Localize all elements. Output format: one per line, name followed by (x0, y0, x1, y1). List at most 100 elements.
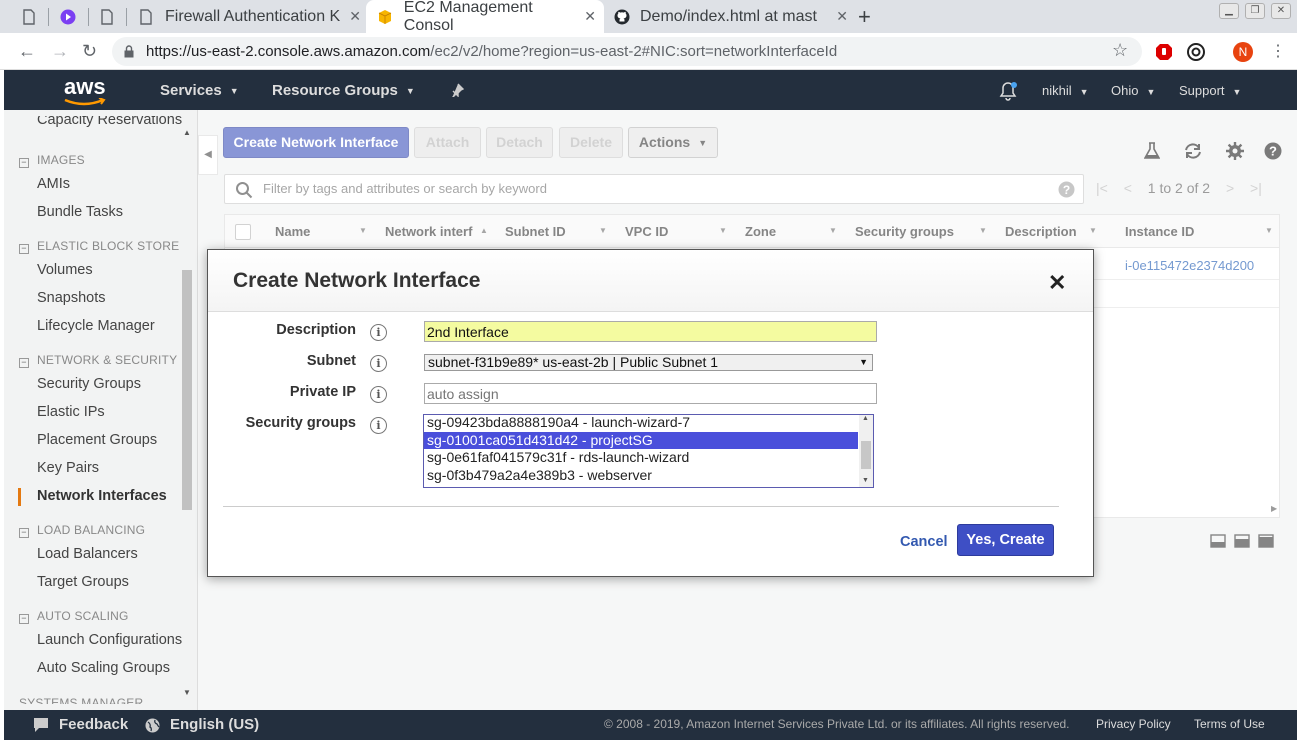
close-tab-icon[interactable]: ✕ (836, 8, 848, 25)
sidebar: Capacity Reservations − IMAGES AMIs Bundl… (4, 110, 198, 710)
scroll-down-icon[interactable]: ▼ (862, 477, 869, 484)
info-icon[interactable]: i (370, 324, 387, 341)
description-label: Description (276, 322, 356, 338)
scrollbar-thumb[interactable] (861, 441, 871, 469)
sidebar-section-ebs[interactable]: − ELASTIC BLOCK STORE (19, 239, 179, 254)
yes-create-button[interactable]: Yes, Create (957, 524, 1054, 556)
sidebar-item-placement-groups[interactable]: Placement Groups (37, 432, 157, 448)
sidebar-item-target-groups[interactable]: Target Groups (37, 574, 129, 590)
maximize-window-icon[interactable]: ❐ (1245, 3, 1265, 19)
chevron-down-icon: ▼ (1146, 86, 1156, 97)
stop-extension-icon[interactable] (1155, 43, 1173, 61)
sidebar-section-auto-scaling[interactable]: − AUTO SCALING (19, 609, 129, 624)
language-selector[interactable]: English (US) (170, 716, 259, 733)
chevron-down-icon: ▼ (405, 86, 415, 97)
support-menu[interactable]: Support ▼ (1179, 83, 1241, 98)
sidebar-item-volumes[interactable]: Volumes (37, 262, 93, 278)
sidebar-item-elastic-ips[interactable]: Elastic IPs (37, 404, 105, 420)
collapse-icon: − (19, 358, 29, 368)
security-group-option[interactable]: sg-0f3b479a2a4e389b3 - webserver (424, 467, 858, 484)
active-marker (18, 488, 21, 506)
security-groups-label: Security groups (245, 415, 356, 431)
privacy-policy-link[interactable]: Privacy Policy (1096, 717, 1171, 731)
scroll-down-icon[interactable]: ▼ (183, 688, 191, 697)
tab-title: EC2 Management Consol (403, 0, 533, 34)
security-groups-listbox[interactable]: sg-09423bda8888190a4 - launch-wizard-7 s… (423, 414, 874, 488)
feedback-link[interactable]: Feedback (59, 716, 128, 733)
info-icon[interactable]: i (370, 355, 387, 372)
aws-logo[interactable]: aws (64, 74, 106, 106)
sidebar-item-bundle-tasks[interactable]: Bundle Tasks (37, 204, 123, 220)
forward-icon[interactable]: → (51, 41, 69, 62)
browser-menu-icon[interactable]: ⋮ (1270, 41, 1286, 61)
scroll-up-icon[interactable]: ▲ (862, 415, 869, 422)
security-group-option[interactable]: sg-0e61faf041579c31f - rds-launch-wizard (424, 449, 858, 466)
subnet-select[interactable]: subnet-f31b9e89* us-east-2b | Public Sub… (424, 354, 873, 371)
sidebar-section-systems-manager[interactable]: SYSTEMS MANAGER (19, 696, 143, 704)
resource-groups-menu[interactable]: Resource Groups ▼ (272, 82, 415, 99)
tab-github[interactable]: Demo/index.html at mast ✕ (614, 0, 848, 33)
tab-doc-1[interactable] (22, 0, 42, 33)
sidebar-item-amis[interactable]: AMIs (37, 176, 70, 192)
sidebar-item-load-balancers[interactable]: Load Balancers (37, 546, 138, 562)
cancel-button[interactable]: Cancel (900, 534, 948, 550)
url-bar[interactable]: https://us-east-2.console.aws.amazon.com… (112, 37, 1142, 66)
collapse-icon: − (19, 158, 29, 168)
close-window-icon[interactable]: ✕ (1271, 3, 1291, 19)
info-icon[interactable]: i (370, 417, 387, 434)
back-icon[interactable]: ← (18, 41, 36, 62)
close-tab-icon[interactable]: ✕ (349, 8, 361, 25)
sidebar-item-security-groups[interactable]: Security Groups (37, 376, 141, 392)
sidebar-item-launch-configurations[interactable]: Launch Configurations (37, 632, 182, 648)
address-bar-row: ← → ↻ https://us-east-2.console.aws.amaz… (0, 33, 1297, 70)
sidebar-section-network-security[interactable]: − NETWORK & SECURITY (19, 353, 177, 368)
security-group-option-selected[interactable]: sg-01001ca051d431d42 - projectSG (424, 432, 858, 449)
sidebar-section-load-balancing[interactable]: − LOAD BALANCING (19, 523, 145, 538)
sidebar-item-capacity-reservations[interactable]: Capacity Reservations (37, 116, 182, 128)
collapse-icon: − (19, 614, 29, 624)
aws-top-nav: aws Services ▼ Resource Groups ▼ nikhil ▼ O… (4, 70, 1297, 110)
tab-title: Firewall Authentication K (165, 7, 341, 25)
tab-doc-2[interactable] (100, 0, 120, 33)
url-text: https://us-east-2.console.aws.amazon.com… (146, 43, 838, 60)
reload-icon[interactable]: ↻ (82, 41, 97, 62)
sidebar-item-lifecycle-manager[interactable]: Lifecycle Manager (37, 318, 155, 334)
aws-smile-icon (64, 98, 106, 106)
info-icon[interactable]: i (370, 386, 387, 403)
private-ip-field[interactable] (424, 383, 877, 404)
tab-firewall[interactable]: Firewall Authentication K ✕ (139, 0, 361, 33)
copyright-text: © 2008 - 2019, Amazon Internet Services … (604, 717, 1070, 731)
private-ip-label: Private IP (289, 384, 356, 400)
bell-icon[interactable] (998, 81, 1018, 101)
close-tab-icon[interactable]: ✕ (584, 8, 596, 25)
pin-icon[interactable] (450, 83, 464, 97)
close-icon[interactable]: ✕ (1048, 270, 1066, 296)
profile-avatar[interactable]: N (1233, 42, 1253, 62)
dialog-header: Create Network Interface ✕ (208, 250, 1093, 312)
terms-of-use-link[interactable]: Terms of Use (1194, 717, 1265, 731)
sidebar-scrollbar[interactable] (182, 270, 192, 510)
new-tab-button[interactable]: + (858, 0, 871, 33)
security-group-option[interactable]: sg-09423bda8888190a4 - launch-wizard-7 (424, 415, 858, 431)
tab-media[interactable] (60, 0, 80, 33)
minimize-window-icon[interactable]: ▁ (1219, 3, 1239, 19)
tab-ec2-console[interactable]: EC2 Management Consol ✕ (366, 0, 604, 34)
sidebar-item-network-interfaces[interactable]: Network Interfaces (37, 488, 167, 504)
chevron-down-icon: ▼ (1232, 86, 1242, 97)
subnet-label: Subnet (306, 353, 356, 369)
scroll-up-icon[interactable]: ▲ (183, 128, 191, 137)
listbox-scrollbar[interactable]: ▲ ▼ (859, 415, 873, 487)
sidebar-item-auto-scaling-groups[interactable]: Auto Scaling Groups (37, 660, 170, 676)
user-menu[interactable]: nikhil ▼ (1042, 83, 1089, 98)
services-menu[interactable]: Services ▼ (160, 82, 239, 99)
sidebar-section-images[interactable]: − IMAGES (19, 153, 85, 168)
sidebar-item-snapshots[interactable]: Snapshots (37, 290, 106, 306)
description-field[interactable] (424, 321, 877, 342)
link-extension-icon[interactable] (1187, 43, 1205, 61)
bookmark-star-icon[interactable]: ☆ (1112, 40, 1128, 61)
region-menu[interactable]: Ohio ▼ (1111, 83, 1155, 98)
sidebar-item-key-pairs[interactable]: Key Pairs (37, 460, 99, 476)
dialog-title: Create Network Interface (233, 269, 481, 292)
dialog-divider (223, 506, 1059, 507)
aws-cube-icon (378, 9, 392, 24)
